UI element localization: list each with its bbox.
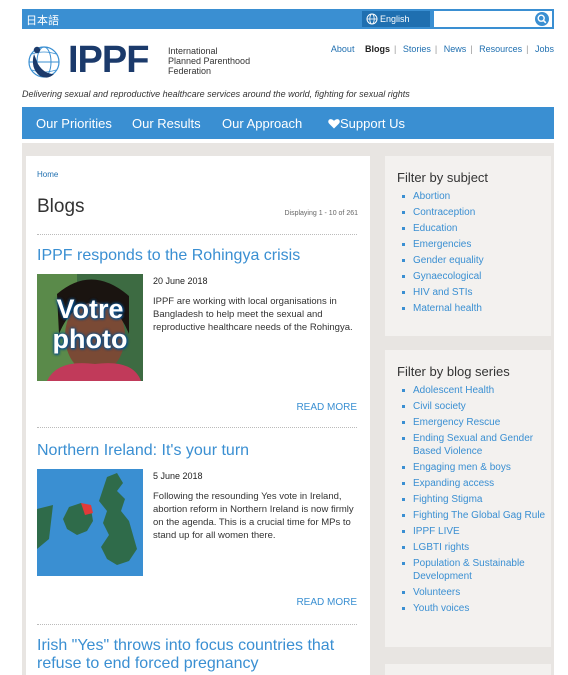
post-date: 5 June 2018 — [153, 471, 203, 481]
series-item[interactable]: Youth voices — [402, 602, 548, 615]
search-icon[interactable] — [534, 11, 550, 27]
subject-item[interactable]: Gender equality — [402, 254, 548, 267]
logo-wordmark: IPPF — [68, 39, 149, 81]
top-navigation: About Blogs | Stories | News | Resources | J… — [330, 44, 554, 54]
divider — [37, 624, 357, 625]
post-image-rohingya[interactable]: Votre photo — [37, 274, 143, 381]
overlay-line-2: photo — [52, 324, 128, 354]
series-item[interactable]: Expanding access — [402, 477, 548, 490]
series-item[interactable]: Adolescent Health — [402, 384, 548, 397]
topnav-about[interactable]: About — [331, 44, 355, 54]
subject-item[interactable]: Education — [402, 222, 548, 235]
tagline: Delivering sexual and reproductive healt… — [22, 89, 410, 99]
series-item[interactable]: Ending Sexual and Gender Based Violence — [402, 432, 548, 458]
divider — [37, 234, 357, 235]
blog-listing: Home Blogs Displaying 1 - 10 of 261 IPPF… — [26, 156, 370, 675]
filter-by-subject-panel: Filter by subject Abortion Contraception… — [385, 156, 551, 336]
subject-item[interactable]: Gynaecological — [402, 270, 548, 283]
topnav-blogs[interactable]: Blogs — [365, 44, 390, 54]
subject-item[interactable]: Emergencies — [402, 238, 548, 251]
topnav-news[interactable]: News — [444, 44, 467, 54]
logo-line-3: Federation — [168, 66, 212, 76]
series-item[interactable]: Fighting The Global Gag Rule — [402, 509, 548, 522]
series-item[interactable]: Fighting Stigma — [402, 493, 548, 506]
topnav-resources[interactable]: Resources — [479, 44, 522, 54]
topnav-jobs[interactable]: Jobs — [535, 44, 554, 54]
divider — [37, 427, 357, 428]
subject-item[interactable]: Contraception — [402, 206, 548, 219]
main-navigation: Our Priorities Our Results Our Approach … — [22, 107, 554, 139]
series-item[interactable]: Engaging men & boys — [402, 461, 548, 474]
filter-series-heading: Filter by blog series — [397, 364, 510, 379]
results-count: Displaying 1 - 10 of 261 — [284, 210, 358, 217]
nav-our-approach[interactable]: Our Approach — [222, 116, 302, 131]
english-label: English — [380, 14, 410, 24]
filter-subject-heading: Filter by subject — [397, 170, 489, 185]
filter-by-blog-series-panel: Filter by blog series Adolescent Health … — [385, 350, 551, 647]
series-item[interactable]: Volunteers — [402, 586, 548, 599]
series-item[interactable]: LGBTI rights — [402, 541, 548, 554]
subject-item[interactable]: HIV and STIs — [402, 286, 548, 299]
series-item[interactable]: Emergency Rescue — [402, 416, 548, 429]
logo-line-2: Planned Parenthood — [168, 56, 251, 66]
subject-list: Abortion Contraception Education Emergen… — [402, 190, 548, 318]
breadcrumb-home[interactable]: Home — [37, 170, 58, 179]
post-title-rohingya[interactable]: IPPF responds to the Rohingya crisis — [37, 247, 357, 265]
nav-support-us-label: Support Us — [340, 116, 406, 131]
overlay-line-1: Votre — [56, 294, 124, 324]
read-more-link[interactable]: READ MORE — [296, 402, 357, 413]
topnav-stories[interactable]: Stories — [403, 44, 431, 54]
series-item[interactable]: IPPF LIVE — [402, 525, 548, 538]
post-excerpt: IPPF are working with local organisation… — [153, 296, 353, 333]
series-item[interactable]: Population & Sustainable Development — [402, 557, 548, 583]
series-list: Adolescent Health Civil society Emergenc… — [402, 384, 548, 618]
subject-item[interactable]: Maternal health — [402, 302, 548, 315]
language-bar: 日本語 English — [22, 9, 554, 29]
post-excerpt: Following the resounding Yes vote in Ire… — [153, 491, 354, 541]
subject-item[interactable]: Abortion — [402, 190, 548, 203]
english-language-button[interactable]: English — [362, 11, 430, 27]
post-date: 20 June 2018 — [153, 276, 208, 286]
post-title-northern-ireland[interactable]: Northern Ireland: It's your turn — [37, 442, 357, 460]
read-more-link[interactable]: READ MORE — [296, 597, 357, 608]
sidebar-panel-partial — [385, 664, 551, 675]
page-title: Blogs — [37, 196, 85, 217]
nav-our-results[interactable]: Our Results — [132, 116, 201, 131]
post-image-northern-ireland[interactable] — [37, 469, 143, 576]
nav-our-priorities[interactable]: Our Priorities — [36, 116, 112, 131]
series-item[interactable]: Civil society — [402, 400, 548, 413]
post-title-irish-yes[interactable]: Irish "Yes" throws into focus countries … — [37, 637, 337, 673]
globe-icon — [366, 13, 378, 25]
logo-organisation-name: International Planned Parenthood Federat… — [168, 46, 250, 76]
image-overlay-text: Votre photo — [37, 294, 143, 354]
japanese-language-link[interactable]: 日本語 — [26, 12, 59, 28]
logo-line-1: International — [168, 46, 218, 56]
nav-support-us[interactable]: Support Us — [328, 116, 405, 131]
heart-icon — [328, 119, 340, 129]
